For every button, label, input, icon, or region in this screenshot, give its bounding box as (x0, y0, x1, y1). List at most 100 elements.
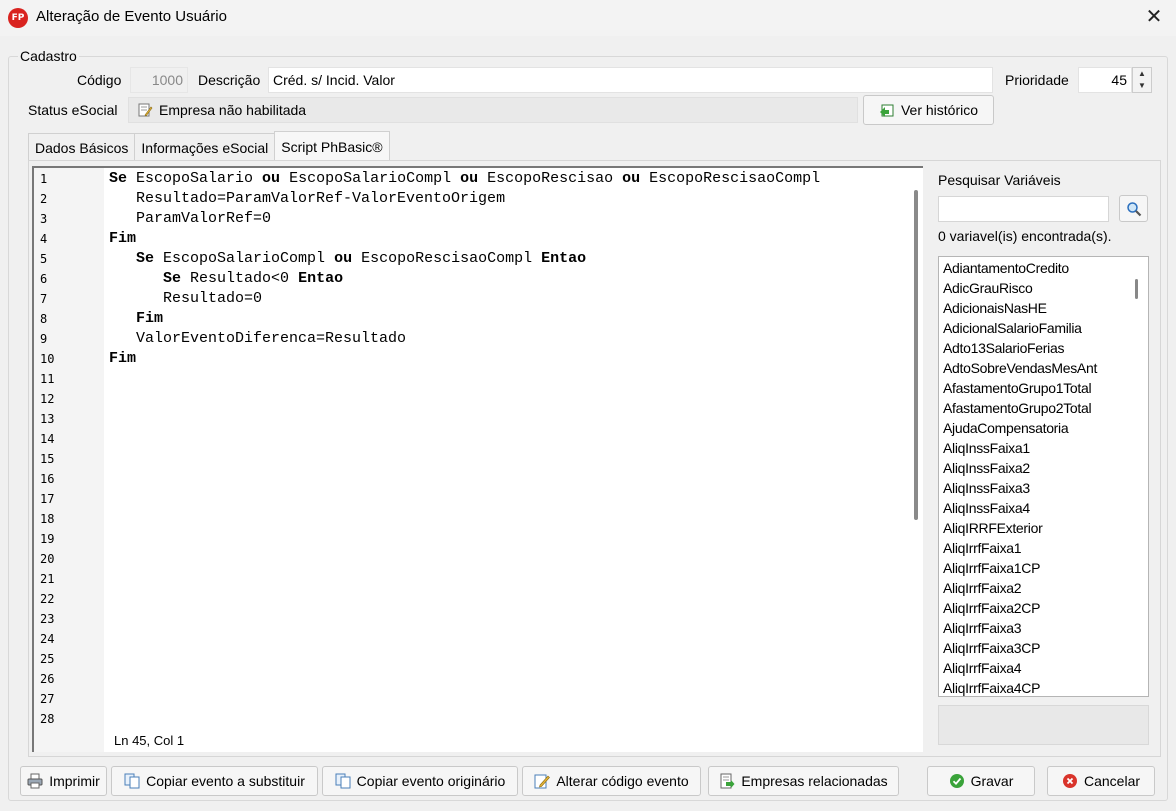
variable-list-item[interactable]: AdicGrauRisco (943, 278, 1033, 298)
variable-list-item[interactable]: AjudaCompensatoria (943, 418, 1069, 438)
prioridade-label: Prioridade (1005, 72, 1069, 88)
code-keyword: Se (109, 170, 128, 187)
variable-list-item[interactable]: AliqIrrfFaixa4 (943, 658, 1022, 678)
code-line[interactable]: Fim (109, 229, 136, 249)
app-logo-icon: FP (8, 8, 28, 28)
code-line[interactable]: Se EscopoSalarioCompl ou EscopoRescisaoC… (109, 249, 586, 269)
line-number: 4 (40, 232, 48, 246)
variable-list-item[interactable]: AfastamentoGrupo2Total (943, 398, 1092, 418)
line-number: 25 (40, 652, 55, 666)
code-line[interactable]: Se EscopoSalario ou EscopoSalarioCompl o… (109, 169, 820, 189)
alterar-codigo-evento-button[interactable]: Alterar código evento (522, 766, 701, 796)
editor-scrollbar[interactable] (914, 190, 918, 520)
variable-list-item[interactable]: AliqIrrfFaixa2CP (943, 598, 1040, 618)
copiar-evento-substituir-button[interactable]: Copiar evento a substituir (111, 766, 318, 796)
code-line[interactable]: Fim (109, 349, 136, 369)
line-number: 19 (40, 532, 55, 546)
variable-list-item[interactable]: AdtoSobreVendasMesAnt (943, 358, 1097, 378)
code-line[interactable]: Resultado=ParamValorRef-ValorEventoOrige… (109, 189, 505, 209)
variable-list-item[interactable]: AliqInssFaixa1 (943, 438, 1030, 458)
codigo-label: Código (77, 72, 122, 88)
line-number: 11 (40, 372, 55, 386)
line-number: 27 (40, 692, 55, 706)
variable-list-item[interactable]: AliqIRRFExterior (943, 518, 1043, 538)
variable-description-box (938, 705, 1149, 745)
line-number: 9 (40, 332, 48, 346)
line-number: 14 (40, 432, 55, 446)
variable-list-item[interactable]: AliqInssFaixa2 (943, 458, 1030, 478)
line-number: 12 (40, 392, 55, 406)
empresas-relacionadas-button[interactable]: Empresas relacionadas (708, 766, 899, 796)
copiar-evento-originario-button[interactable]: Copiar evento originário (322, 766, 518, 796)
code-keyword: ou (334, 250, 353, 267)
variable-list-item[interactable]: AliqIrrfFaixa1CP (943, 558, 1040, 578)
line-number: 26 (40, 672, 55, 686)
check-icon (949, 773, 965, 789)
variable-list-item[interactable]: AliqIrrfFaixa3 (943, 618, 1022, 638)
code-line[interactable]: Se Resultado<0 Entao (109, 269, 343, 289)
line-number: 8 (40, 312, 48, 326)
code-line[interactable]: ValorEventoDiferenca=Resultado (109, 329, 406, 349)
variable-search-input[interactable] (938, 196, 1109, 222)
variable-list-item[interactable]: AdiantamentoCredito (943, 258, 1069, 278)
line-number: 24 (40, 632, 55, 646)
line-number: 22 (40, 592, 55, 606)
code-line[interactable]: Fim (109, 309, 163, 329)
tab-script-phbasic[interactable]: Script PhBasic® (274, 131, 390, 161)
variable-list[interactable]: AdiantamentoCredito AdicGrauRisco Adiciona… (938, 256, 1149, 697)
codigo-field[interactable]: 1000 (130, 67, 188, 93)
variable-list-item[interactable]: AfastamentoGrupo1Total (943, 378, 1092, 398)
gravar-label: Gravar (970, 773, 1014, 789)
imprimir-button[interactable]: Imprimir (20, 766, 107, 796)
gravar-button[interactable]: Gravar (927, 766, 1035, 796)
status-esocial-value: Empresa não habilitada (159, 102, 307, 118)
printer-icon (27, 773, 43, 789)
code-line[interactable]: ParamValorRef=0 (109, 209, 271, 229)
tab-dados-basicos[interactable]: Dados Básicos (28, 133, 136, 161)
variable-list-item[interactable]: AliqIrrfFaixa4CP (943, 678, 1040, 696)
variable-search-button[interactable] (1119, 195, 1148, 222)
code-keyword: Se (163, 270, 182, 287)
spin-down-icon[interactable]: ▼ (1133, 80, 1151, 92)
ver-historico-button[interactable]: Ver histórico (863, 95, 994, 125)
variable-list-item[interactable]: AdicionaisNasHE (943, 298, 1047, 318)
copy-icon (335, 773, 351, 789)
variable-list-item[interactable]: AliqInssFaixa4 (943, 498, 1030, 518)
code-text: EscopoSalario (127, 170, 263, 187)
descricao-label: Descrição (198, 72, 261, 88)
code-keyword: ou (622, 170, 641, 187)
prioridade-field[interactable]: 45 (1078, 67, 1132, 93)
variable-list-item[interactable]: AliqIrrfFaixa2 (943, 578, 1022, 598)
cancel-icon (1062, 773, 1078, 789)
variable-list-item[interactable]: AliqInssFaixa3 (943, 478, 1030, 498)
line-number: 1 (40, 172, 48, 186)
close-icon[interactable]: ✕ (1140, 4, 1168, 30)
code-line[interactable]: Resultado=0 (109, 289, 262, 309)
line-number: 23 (40, 612, 55, 626)
ver-historico-label: Ver histórico (900, 102, 979, 118)
variable-list-item[interactable]: AdicionalSalarioFamilia (943, 318, 1082, 338)
cadastro-legend: Cadastro (18, 48, 79, 64)
companies-icon (719, 773, 735, 789)
code-keyword: Fim (109, 350, 137, 367)
variable-list-scrollbar[interactable] (1135, 279, 1138, 299)
cancelar-button[interactable]: Cancelar (1047, 766, 1155, 796)
variable-list-item[interactable]: AliqIrrfFaixa3CP (943, 638, 1040, 658)
code-keyword: Entao (541, 250, 587, 267)
copiar-evento-substituir-label: Copiar evento a substituir (146, 773, 305, 789)
line-number: 3 (40, 212, 48, 226)
line-number: 2 (40, 192, 48, 206)
tab-bar: Dados Básicos Informações eSocial Script… (28, 131, 390, 161)
descricao-field[interactable]: Créd. s/ Incid. Valor (268, 67, 993, 93)
cancelar-label: Cancelar (1083, 773, 1141, 789)
code-editor[interactable]: 1 2 3 4 5 6 7 8 9 10 11 12 13 14 15 16 17 18 19 20 21 22 23 24 2… (32, 166, 923, 752)
tab-informacoes-esocial[interactable]: Informações eSocial (134, 133, 276, 161)
edit-icon (534, 773, 551, 789)
pesquisar-variaveis-label: Pesquisar Variáveis (938, 172, 1061, 188)
variable-list-item[interactable]: AliqIrrfFaixa1 (943, 538, 1022, 558)
prioridade-spinner[interactable]: ▲ ▼ (1132, 67, 1152, 93)
variable-list-item[interactable]: Adto13SalarioFerias (943, 338, 1064, 358)
spin-up-icon[interactable]: ▲ (1133, 68, 1151, 80)
